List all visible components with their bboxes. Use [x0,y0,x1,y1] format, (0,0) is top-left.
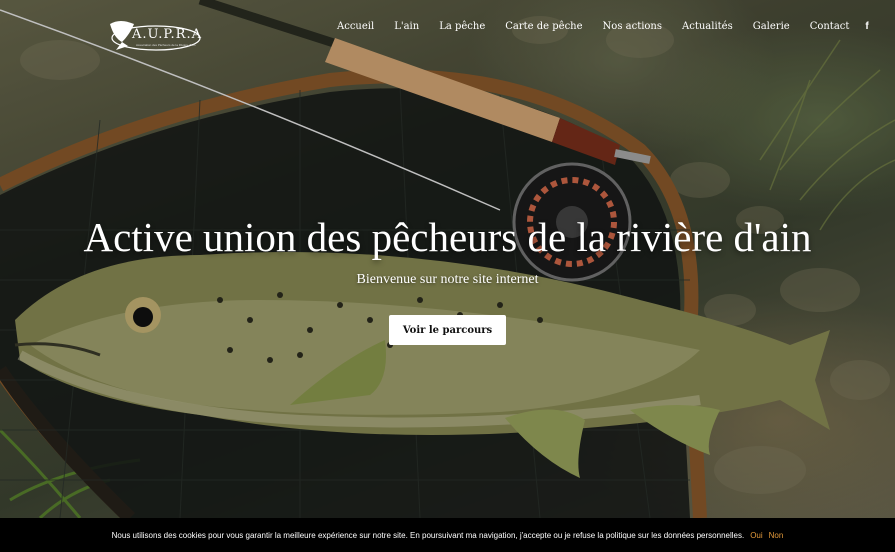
nav-item-carte-de-peche[interactable]: Carte de pêche [505,21,582,32]
logo-text[interactable]: A.U.P.R.A [132,27,202,42]
hero-subtitle: Bienvenue sur notre site internet [356,272,539,287]
nav-item-galerie[interactable]: Galerie [753,21,790,32]
hero-section: A.U.P.R.A Association des Pêcheurs de la… [0,0,895,518]
view-course-button[interactable]: Voir le parcours [389,315,506,345]
nav-item-accueil[interactable]: Accueil [337,21,374,32]
nav-item-nos-actions[interactable]: Nos actions [603,21,662,32]
hero-title: Active union des pêcheurs de la rivière … [83,214,812,260]
nav-item-contact[interactable]: Contact [810,21,850,32]
main-navigation: Accueil L'ain La pêche Carte de pêche No… [337,21,889,32]
cookie-text: Nous utilisons des cookies pour vous gar… [111,530,745,540]
facebook-icon[interactable]: f [865,21,868,32]
cookie-accept-link[interactable]: Oui [750,531,762,540]
nav-item-la-peche[interactable]: La pêche [439,21,485,32]
nav-item-actualites[interactable]: Actualités [682,21,733,32]
cookie-consent-bar: Nous utilisons des cookies pour vous gar… [0,518,895,552]
logo-subtext: Association des Pêcheurs de la Rivière d… [136,43,196,47]
cookie-refuse-link[interactable]: Non [769,531,784,540]
nav-item-lain[interactable]: L'ain [394,21,419,32]
